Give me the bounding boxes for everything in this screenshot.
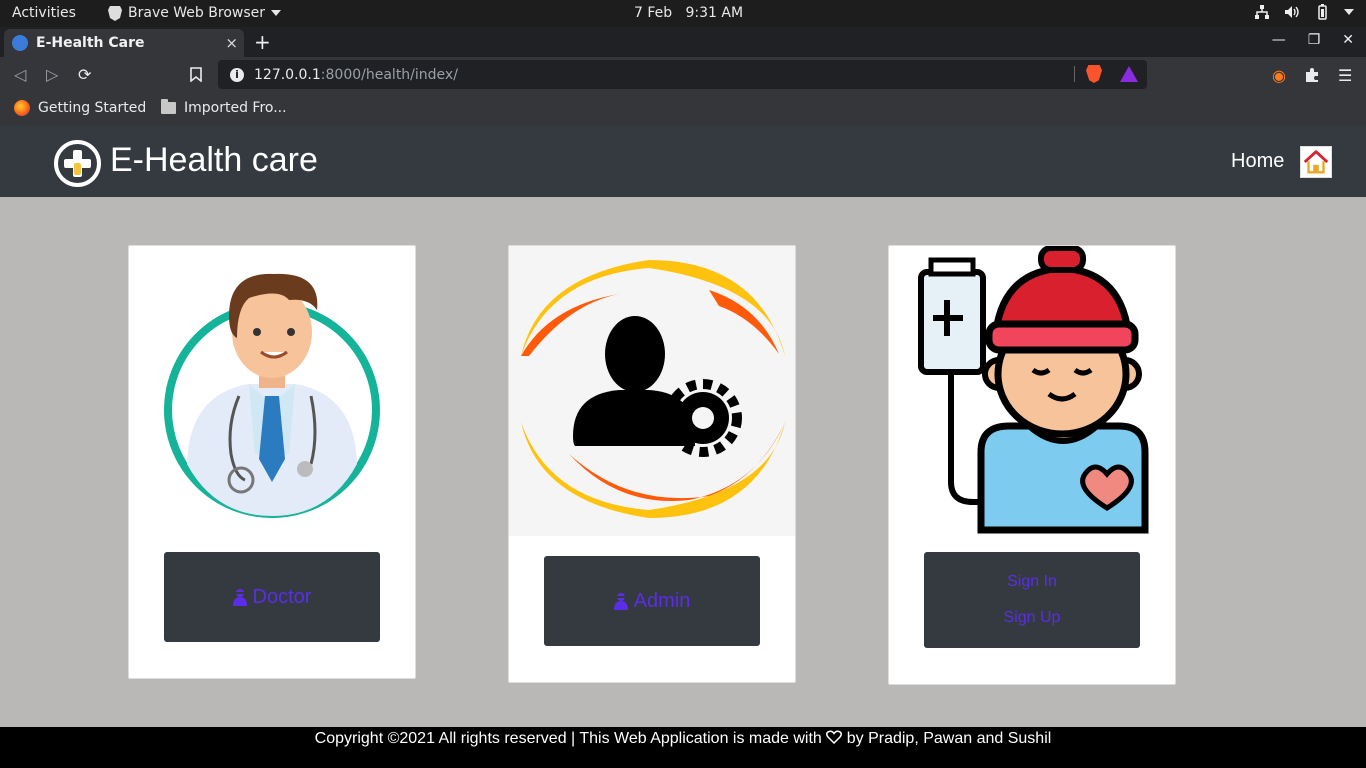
admin-illustration-icon — [509, 246, 795, 536]
web-page: E-Health care Home Doctor Admin Sign In … — [0, 126, 1366, 768]
close-window-icon[interactable]: ✕ — [1342, 32, 1354, 48]
back-icon[interactable]: ◁ — [14, 65, 26, 84]
doctor-button[interactable]: Doctor — [164, 552, 380, 642]
brave-lion-icon — [108, 6, 122, 21]
user-secret-icon — [613, 593, 628, 610]
window-controls: — ❐ ✕ — [1272, 32, 1354, 48]
restore-icon[interactable]: ❐ — [1308, 32, 1321, 48]
puzzle-extensions-icon[interactable] — [1304, 67, 1320, 83]
volume-icon — [1285, 6, 1299, 18]
admin-button-label: Admin — [633, 589, 691, 612]
bookmark-getting-started[interactable]: Getting Started — [14, 100, 146, 116]
brave-shields-icon[interactable] — [1086, 65, 1102, 83]
tab-e-health-care[interactable]: E-Health Care × — [4, 29, 244, 57]
clock-time: 9:31 AM — [685, 5, 744, 21]
bookmark-imported-folder[interactable]: Imported Fro... — [161, 99, 287, 116]
menu-icon[interactable]: ☰ — [1338, 66, 1352, 85]
brave-rewards-icon[interactable] — [1120, 66, 1138, 82]
forward-icon[interactable]: ▷ — [46, 65, 58, 84]
patient-auth-panel: Sign In Sign Up — [924, 552, 1140, 648]
reload-icon[interactable]: ⟳ — [78, 65, 91, 84]
network-icon — [1255, 5, 1269, 19]
system-tray[interactable] — [1254, 4, 1354, 20]
admin-button[interactable]: Admin — [544, 556, 760, 646]
user-secret-icon — [232, 589, 247, 606]
doctor-button-label: Doctor — [252, 585, 312, 608]
house-icon[interactable] — [1300, 146, 1332, 178]
bookmark-icon[interactable] — [190, 67, 202, 82]
patient-illustration-icon — [918, 246, 1149, 534]
sign-up-link[interactable]: Sign Up — [1004, 600, 1061, 636]
new-tab-button[interactable]: + — [254, 30, 271, 54]
site-favicon-icon — [12, 35, 28, 51]
minimize-icon[interactable]: — — [1272, 32, 1286, 48]
site-info-icon[interactable]: i — [230, 67, 244, 82]
sign-in-link[interactable]: Sign In — [1007, 564, 1057, 600]
clock-date: 7 Feb — [634, 5, 673, 21]
app-menu-label: Brave Web Browser — [128, 5, 265, 21]
admin-card: Admin — [508, 245, 796, 683]
bookmarks-bar: Getting Started Imported Fro... — [0, 93, 1366, 126]
site-navbar: E-Health care Home — [0, 126, 1366, 197]
extension-icon[interactable]: ◉ — [1272, 66, 1286, 85]
patient-card: Sign In Sign Up — [888, 245, 1176, 685]
site-footer: Copyright ©2021 All rights reserved | Th… — [0, 727, 1366, 768]
clock[interactable]: 7 Feb 9:31 AM — [634, 5, 743, 21]
footer-text-start: Copyright ©2021 All rights reserved | Th… — [314, 730, 822, 747]
heart-icon — [826, 730, 843, 744]
doctor-card: Doctor — [128, 245, 416, 679]
chevron-down-icon — [1344, 9, 1354, 15]
tab-strip: E-Health Care × + — ❐ ✕ — [0, 27, 1366, 57]
activities-button[interactable]: Activities — [12, 5, 76, 21]
url-path: :8000/health/index/ — [320, 66, 458, 83]
browser-toolbar: ◁ ▷ ⟳ i 127.0.0.1:8000/health/index/ ◉ ☰ — [0, 57, 1366, 93]
chevron-down-icon — [271, 10, 281, 16]
logo-thermometer — [74, 163, 81, 175]
medical-cross-logo-icon[interactable] — [54, 140, 101, 187]
app-menu[interactable]: Brave Web Browser — [108, 5, 281, 21]
firefox-icon — [14, 100, 30, 116]
omnibox-divider — [1074, 66, 1075, 82]
battery-icon — [1318, 4, 1327, 20]
close-tab-icon[interactable]: × — [225, 34, 238, 52]
site-brand[interactable]: E-Health care — [110, 141, 318, 180]
nav-home-link[interactable]: Home — [1231, 150, 1284, 173]
folder-icon — [161, 99, 176, 114]
tab-title: E-Health Care — [36, 35, 145, 51]
bookmark-label: Getting Started — [38, 100, 147, 116]
system-top-bar: Activities Brave Web Browser 7 Feb 9:31 … — [0, 0, 1366, 27]
doctor-illustration-icon — [164, 273, 380, 518]
bookmark-label: Imported Fro... — [184, 100, 287, 116]
url-host: 127.0.0.1 — [254, 66, 321, 83]
footer-text-end: by Pradip, Pawan and Sushil — [846, 730, 1052, 747]
address-bar[interactable]: i 127.0.0.1:8000/health/index/ — [218, 60, 1147, 89]
